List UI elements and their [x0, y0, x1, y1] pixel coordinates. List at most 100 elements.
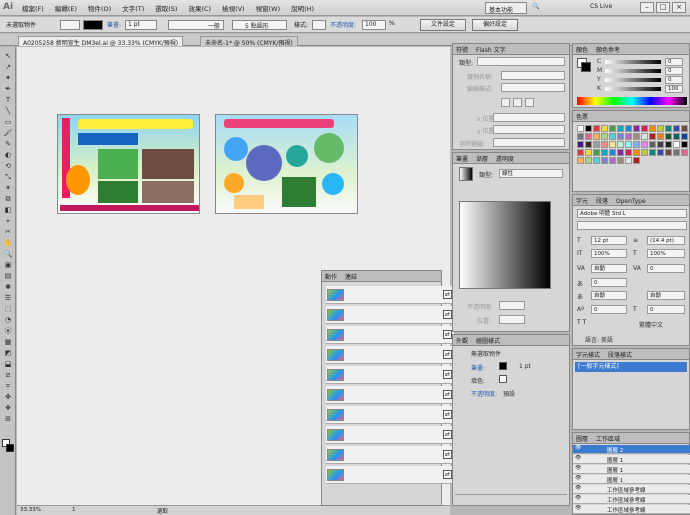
tool-8-icon[interactable]: ✎	[3, 139, 13, 149]
layer-row[interactable]: 👁 工作區域參考線	[573, 505, 690, 514]
font-family-dropdown[interactable]: Adobe 明體 Std L	[577, 209, 687, 218]
swatch[interactable]	[577, 125, 584, 132]
swatch[interactable]	[657, 125, 664, 132]
swatch[interactable]	[641, 149, 648, 156]
channel-field-c[interactable]: 0	[665, 58, 683, 66]
channel-field-k[interactable]: 100	[665, 85, 683, 93]
style-button-1[interactable]	[501, 98, 510, 107]
stroke-label[interactable]: 筆畫:	[107, 20, 121, 29]
swatch[interactable]	[625, 133, 632, 140]
link-row[interactable]: ⇄	[326, 366, 454, 384]
baseline-field[interactable]: 0	[591, 305, 627, 314]
swatch[interactable]	[617, 141, 624, 148]
rotation-field[interactable]: 0	[647, 305, 685, 314]
swatch[interactable]	[577, 141, 584, 148]
type-dropdown[interactable]	[477, 57, 565, 66]
tool-14-icon[interactable]: ◧	[3, 205, 13, 215]
link-status-icon[interactable]: ⇄	[443, 370, 452, 379]
underline-button[interactable]: T	[577, 319, 581, 328]
swatch[interactable]	[633, 125, 640, 132]
menu-item-5[interactable]: 效果(C)	[188, 3, 211, 13]
link-status-icon[interactable]: ⇄	[443, 330, 452, 339]
variable-width-dropdown[interactable]: 一般	[168, 20, 224, 30]
link-row[interactable]: ⇄	[326, 286, 454, 304]
graphic-style-dropdown[interactable]	[312, 20, 326, 30]
swatch[interactable]	[673, 141, 680, 148]
tab-opentype[interactable]: OpenType	[616, 198, 646, 205]
tool-33-icon[interactable]: ⊞	[3, 414, 13, 424]
x-field[interactable]	[493, 113, 565, 122]
swatch[interactable]	[625, 141, 632, 148]
stroke-swatch[interactable]	[83, 20, 103, 30]
swatch[interactable]	[617, 157, 624, 164]
swatch[interactable]	[657, 133, 664, 140]
aki-right-field[interactable]: 自動	[647, 291, 685, 300]
font-style-dropdown[interactable]	[577, 221, 687, 230]
swatch[interactable]	[641, 141, 648, 148]
tool-19-icon[interactable]: ▣	[3, 260, 13, 270]
channel-slider-k[interactable]	[605, 87, 661, 91]
tab-symbols[interactable]: 符號	[456, 47, 468, 54]
swatch[interactable]	[609, 141, 616, 148]
style-button-2[interactable]	[513, 98, 522, 107]
document-setup-button[interactable]: 文件設定	[420, 19, 466, 31]
tab-graphic-styles[interactable]: 繪圖樣式	[476, 338, 500, 345]
search-icon[interactable]: 🔍	[532, 3, 539, 10]
swatch[interactable]	[593, 133, 600, 140]
tool-9-icon[interactable]: ◐	[3, 150, 13, 160]
instance-name-field[interactable]	[501, 71, 565, 80]
tool-20-icon[interactable]: ▤	[3, 271, 13, 281]
zoom-field[interactable]: 33.33%	[20, 507, 41, 513]
toolbox-stroke-swatch[interactable]	[6, 444, 14, 452]
color-stroke-swatch[interactable]	[581, 62, 591, 72]
swatch[interactable]	[641, 125, 648, 132]
swatch[interactable]	[593, 149, 600, 156]
swatch[interactable]	[585, 141, 592, 148]
tool-25-icon[interactable]: ⦿	[3, 326, 13, 336]
tool-26-icon[interactable]: ▦	[3, 337, 13, 347]
swatch[interactable]	[593, 141, 600, 148]
swatch[interactable]	[681, 125, 688, 132]
tab-character[interactable]: 字元	[576, 198, 588, 205]
swatch[interactable]	[681, 141, 688, 148]
appearance-footer-buttons[interactable]	[455, 494, 567, 503]
y-field[interactable]	[493, 125, 565, 134]
brush-dropdown[interactable]: 5 點圓形	[232, 20, 287, 30]
tracking-field[interactable]: 0	[647, 264, 685, 273]
swatch[interactable]	[625, 149, 632, 156]
swatch[interactable]	[601, 125, 608, 132]
swatch[interactable]	[617, 149, 624, 156]
menu-item-1[interactable]: 編輯(E)	[55, 3, 77, 13]
swatch[interactable]	[681, 133, 688, 140]
link-status-icon[interactable]: ⇄	[443, 450, 452, 459]
visibility-eye-icon[interactable]: 👁	[575, 455, 581, 461]
menu-item-8[interactable]: 說明(H)	[291, 3, 314, 13]
minimize-button[interactable]: –	[640, 2, 654, 13]
fill-swatch[interactable]	[60, 20, 80, 30]
tool-29-icon[interactable]: ⧄	[3, 370, 13, 380]
menu-item-6[interactable]: 檢視(V)	[222, 3, 245, 13]
artboard-2[interactable]	[215, 114, 358, 214]
link-status-icon[interactable]: ⇄	[443, 350, 452, 359]
tool-23-icon[interactable]: ⬚	[3, 304, 13, 314]
swatch[interactable]	[585, 133, 592, 140]
swatch[interactable]	[585, 149, 592, 156]
tool-31-icon[interactable]: ✥	[3, 392, 13, 402]
visibility-eye-icon[interactable]: 👁	[575, 495, 581, 501]
swatch[interactable]	[657, 141, 664, 148]
channel-slider-m[interactable]	[605, 69, 661, 73]
leading-field[interactable]: (14.4 pt)	[647, 236, 685, 245]
link-status-icon[interactable]: ⇄	[443, 290, 452, 299]
status-text[interactable]: 選取	[157, 507, 168, 515]
tsume-field[interactable]: 0	[591, 278, 627, 287]
maximize-button[interactable]: □	[656, 2, 670, 13]
swatch[interactable]	[681, 149, 688, 156]
preferences-button[interactable]: 偏好設定	[472, 19, 518, 31]
swatch[interactable]	[633, 157, 640, 164]
swatch[interactable]	[665, 133, 672, 140]
tool-5-icon[interactable]: ╲	[3, 106, 13, 116]
swatch[interactable]	[585, 157, 592, 164]
menu-item-4[interactable]: 選取(S)	[155, 3, 177, 13]
swatch[interactable]	[673, 133, 680, 140]
style-button-3[interactable]	[525, 98, 534, 107]
